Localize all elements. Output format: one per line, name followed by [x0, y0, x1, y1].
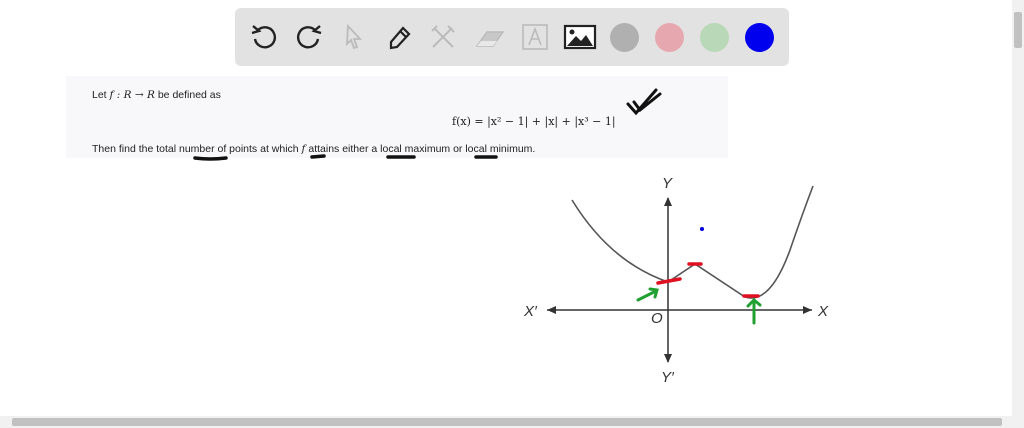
x-axis-label: X — [817, 303, 829, 320]
scroll-thumb[interactable] — [1014, 12, 1022, 48]
vertical-scrollbar[interactable] — [1012, 0, 1024, 416]
origin-label: O — [651, 310, 663, 327]
underline-annotation — [310, 154, 326, 159]
x-neg-axis-label: X′ — [523, 303, 538, 320]
underline-annotation — [193, 156, 228, 161]
function-curve — [571, 185, 814, 299]
y-axis-label: Y — [662, 175, 673, 192]
checkmark-annotation — [626, 88, 662, 116]
x-axis-arrow-right — [803, 306, 812, 314]
scroll-thumb[interactable] — [12, 418, 1002, 426]
y-neg-axis-label: Y′ — [661, 369, 675, 386]
y-axis-arrow-up — [664, 197, 672, 206]
y-axis-arrow-down — [664, 354, 672, 363]
green-arrow — [636, 287, 659, 302]
horizontal-scrollbar[interactable] — [0, 416, 1024, 428]
annotation-layer: X X′ Y Y′ O — [193, 88, 829, 386]
green-arrow — [746, 297, 762, 325]
x-axis-arrow-left — [547, 306, 556, 314]
blue-dot — [700, 227, 704, 231]
